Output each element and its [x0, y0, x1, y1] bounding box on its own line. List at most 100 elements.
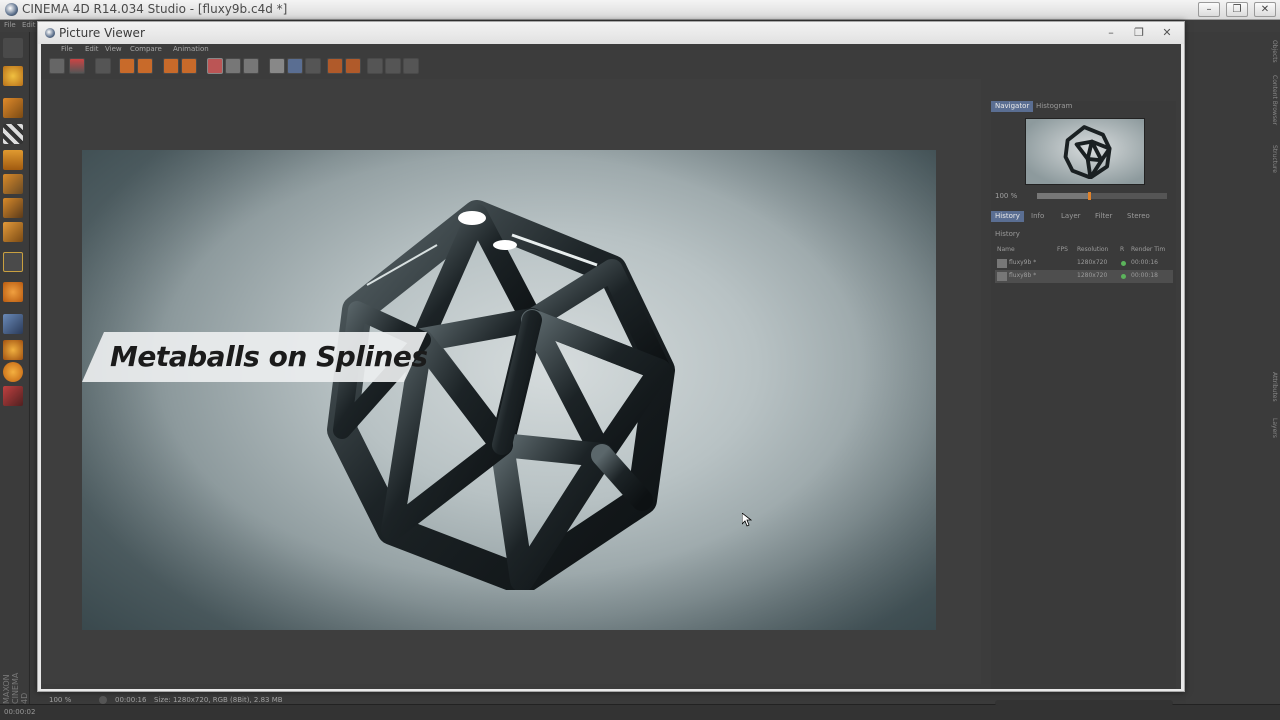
- magnet-icon[interactable]: [3, 282, 23, 302]
- viewer-menu-edit[interactable]: Edit: [85, 45, 99, 53]
- tab-navigator[interactable]: Navigator: [991, 101, 1034, 112]
- texture-mode-icon[interactable]: [3, 124, 23, 144]
- zoom-stepper-icon[interactable]: [99, 696, 107, 704]
- picture-viewer-body: File Edit View Compare Animation Metabal…: [41, 44, 1181, 706]
- menu-edit[interactable]: Edit: [22, 21, 36, 29]
- side-tab-structure[interactable]: Structure: [1268, 145, 1278, 173]
- thumbnail-icon: [997, 259, 1007, 268]
- viewer-render-time: 00:00:16: [115, 696, 147, 704]
- app-statusbar: 00:00:02: [0, 704, 1280, 720]
- viewer-menu-animation[interactable]: Animation: [173, 45, 209, 53]
- history-horizontal-scrollbar[interactable]: [995, 700, 1173, 706]
- frame-end-icon[interactable]: [137, 58, 153, 74]
- menu-file[interactable]: File: [4, 21, 16, 29]
- viewer-menu-file[interactable]: File: [61, 45, 73, 53]
- set-a-icon[interactable]: [327, 58, 343, 74]
- cinema4d-logo-icon: [5, 3, 18, 16]
- filter-icon[interactable]: [403, 58, 419, 74]
- save-icon[interactable]: [69, 58, 85, 74]
- zoom-slider-handle[interactable]: [1088, 192, 1091, 200]
- maximize-button[interactable]: ❐: [1226, 2, 1248, 17]
- points-mode-icon[interactable]: [3, 174, 23, 194]
- viewer-image-size: Size: 1280x720, RGB (8Bit), 2.83 MB: [154, 696, 283, 704]
- history-row[interactable]: fluxy9b * 1280x720 00:00:16: [995, 257, 1173, 270]
- object-mode-icon[interactable]: [3, 98, 23, 118]
- image-vignette: [82, 150, 936, 630]
- export-icon[interactable]: [95, 58, 111, 74]
- picture-viewer-title: Picture Viewer: [59, 26, 145, 40]
- stop-render-icon[interactable]: [207, 58, 223, 74]
- swap-icon[interactable]: [305, 58, 321, 74]
- region-icon[interactable]: [163, 58, 179, 74]
- history-row-name: fluxy8b *: [1009, 272, 1037, 279]
- right-dock-background: [1186, 32, 1280, 704]
- script-icon[interactable]: [3, 362, 23, 382]
- polygons-mode-icon[interactable]: [3, 222, 23, 242]
- viewer-close-button[interactable]: ✕: [1156, 25, 1178, 41]
- viewer-zoom-value[interactable]: 100 %: [49, 696, 71, 704]
- history-section-header: History: [995, 230, 1020, 238]
- channels-icon[interactable]: [385, 58, 401, 74]
- viewer-minimize-button[interactable]: –: [1100, 25, 1122, 41]
- rendered-image: Metaballs on Splines: [82, 150, 936, 630]
- close-button[interactable]: ✕: [1254, 2, 1276, 17]
- open-icon[interactable]: [49, 58, 65, 74]
- navigator-zoom-value: 100 %: [995, 192, 1018, 200]
- status-time: 00:00:02: [4, 708, 36, 716]
- picture-viewer-titlebar[interactable]: Picture Viewer – ❐ ✕: [38, 22, 1184, 44]
- history-table-header: Name FPS Resolution R Render Tim: [995, 244, 1173, 257]
- navigator-thumbnail[interactable]: [1025, 118, 1145, 185]
- history-row[interactable]: fluxy8b * 1280x720 00:00:18: [995, 270, 1173, 283]
- sculpt-icon[interactable]: [3, 340, 23, 360]
- snap-icon[interactable]: [3, 314, 23, 334]
- column-name[interactable]: Name: [997, 246, 1015, 253]
- side-tab-content-browser[interactable]: Content Browser: [1268, 75, 1278, 125]
- undo-icon[interactable]: [3, 38, 23, 58]
- navigator-zoom-row: 100 %: [991, 191, 1176, 201]
- column-r[interactable]: R: [1120, 246, 1124, 253]
- text-overlay-icon[interactable]: [367, 58, 383, 74]
- status-ok-icon: [1121, 274, 1126, 279]
- history-row-time: 00:00:18: [1131, 272, 1158, 279]
- viewer-menubar: File Edit View Compare Animation: [41, 44, 1181, 55]
- history-table: Name FPS Resolution R Render Tim fluxy9b…: [995, 244, 1173, 283]
- navigator-thumbnail-render: [1063, 125, 1112, 179]
- axis-icon[interactable]: [3, 252, 23, 272]
- tab-histogram[interactable]: Histogram: [1032, 101, 1076, 112]
- tab-layer[interactable]: Layer: [1057, 211, 1085, 222]
- region-clear-icon[interactable]: [181, 58, 197, 74]
- viewer-menu-compare[interactable]: Compare: [130, 45, 162, 53]
- ab-compare-icon[interactable]: [269, 58, 285, 74]
- image-title-text: Metaballs on Splines: [110, 340, 428, 373]
- viewer-maximize-button[interactable]: ❐: [1128, 25, 1150, 41]
- column-fps[interactable]: FPS: [1057, 246, 1068, 253]
- render-canvas-area[interactable]: Metaballs on Splines: [41, 79, 981, 684]
- render-region-icon[interactable]: [243, 58, 259, 74]
- split-icon[interactable]: [287, 58, 303, 74]
- zoom-slider-fill: [1037, 193, 1089, 199]
- side-tab-layers[interactable]: Layers: [1268, 418, 1278, 438]
- side-tab-objects[interactable]: Objects: [1268, 40, 1278, 63]
- history-row-time: 00:00:16: [1131, 259, 1158, 266]
- history-row-name: fluxy9b *: [1009, 259, 1037, 266]
- side-tab-attributes[interactable]: Attributes: [1268, 372, 1278, 402]
- tab-info[interactable]: Info: [1027, 211, 1048, 222]
- frame-start-icon[interactable]: [119, 58, 135, 74]
- minimize-button[interactable]: –: [1198, 2, 1220, 17]
- zoom-slider[interactable]: [1037, 192, 1167, 200]
- viewer-menu-view[interactable]: View: [105, 45, 122, 53]
- column-render-time[interactable]: Render Tim: [1131, 246, 1165, 253]
- tab-stereo[interactable]: Stereo: [1123, 211, 1154, 222]
- lock-icon[interactable]: [3, 386, 23, 406]
- column-resolution[interactable]: Resolution: [1077, 246, 1108, 253]
- picture-viewer-window: Picture Viewer – ❐ ✕ File Edit View Comp…: [37, 21, 1185, 706]
- set-b-icon[interactable]: [345, 58, 361, 74]
- model-mode-icon[interactable]: [3, 66, 23, 86]
- viewer-side-panel: Navigator Histogram 100 % History Info L…: [991, 101, 1176, 706]
- tab-history[interactable]: History: [991, 211, 1024, 222]
- tab-filter[interactable]: Filter: [1091, 211, 1116, 222]
- edges-mode-icon[interactable]: [3, 198, 23, 218]
- render-icon[interactable]: [225, 58, 241, 74]
- history-row-resolution: 1280x720: [1077, 272, 1108, 279]
- workplane-icon[interactable]: [3, 150, 23, 170]
